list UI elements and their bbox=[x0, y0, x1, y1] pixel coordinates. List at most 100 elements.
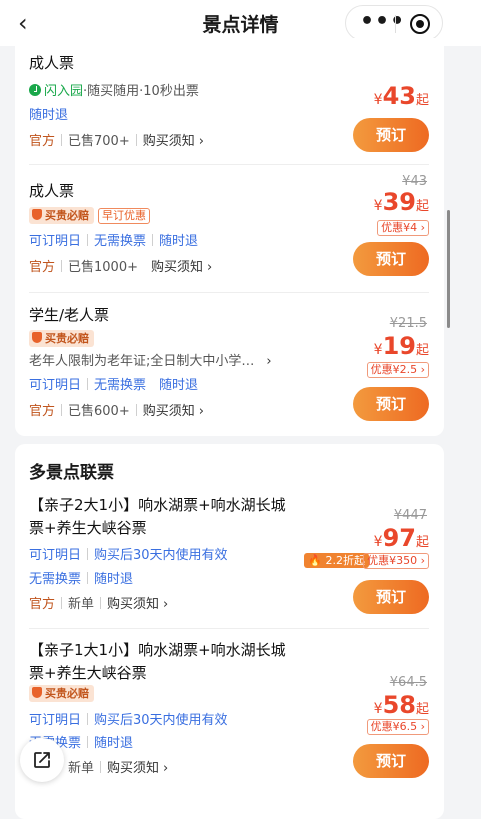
close-target-icon[interactable] bbox=[410, 14, 430, 34]
purchase-notice-link[interactable]: 购买须知 bbox=[143, 134, 195, 149]
section-title: 多景点联票 bbox=[29, 463, 114, 483]
ticket-item[interactable]: 学生/老人票 买贵必赔 老年人限制为老年证;全日制大中小学… › 可订明日 无需换票… bbox=[29, 304, 429, 424]
discount-tag[interactable]: 优惠¥350 › bbox=[363, 553, 429, 569]
combo-ticket-card: 多景点联票 【亲子2大1小】响水湖票+响水湖长城票+养生大峡谷票 可订明日 购买后… bbox=[15, 444, 444, 819]
ticket-tag-rest: ·随买随用·10秒出票 bbox=[83, 84, 199, 99]
new-label: 新单 bbox=[68, 761, 95, 776]
ticket-features: 可订明日 无需换票 随时退 bbox=[29, 374, 198, 393]
feature-label: 随时退 bbox=[159, 378, 199, 393]
ticket-tags: 闪入园·随买随用·10秒出票 bbox=[29, 80, 199, 99]
divider bbox=[87, 572, 89, 584]
price-guarantee-badge: 买贵必赔 bbox=[29, 685, 94, 702]
ticket-description[interactable]: 老年人限制为老年证;全日制大中小学… › bbox=[29, 350, 272, 369]
divider bbox=[87, 713, 89, 725]
divider bbox=[87, 234, 89, 246]
combo-ticket-item[interactable]: 【亲子2大1小】响水湖票+响水湖长城票+养生大峡谷票 可订明日 购买后30天内使用… bbox=[29, 494, 429, 622]
feature-label: 无需换票 bbox=[94, 234, 147, 249]
price-guarantee-badge: 买贵必赔 bbox=[29, 207, 94, 224]
ticket-price: ¥39起 bbox=[374, 188, 429, 216]
chevron-right-icon: › bbox=[266, 354, 272, 369]
chevron-right-icon: › bbox=[163, 597, 169, 612]
feature-label: 可订明日 bbox=[29, 713, 82, 728]
ticket-item[interactable]: 成人票 闪入园·随买随用·10秒出票 随时退 官方 已售700+ 购买须知 › ¥43… bbox=[29, 52, 429, 164]
book-button[interactable]: 预订 bbox=[353, 242, 429, 276]
divider bbox=[87, 548, 89, 560]
divider bbox=[61, 260, 63, 272]
shield-icon bbox=[32, 687, 42, 698]
purchase-notice-link[interactable]: 购买须知 bbox=[143, 404, 195, 419]
divider bbox=[29, 292, 429, 293]
divider bbox=[135, 134, 137, 146]
price-from-label: 起 bbox=[415, 343, 429, 358]
currency-symbol: ¥ bbox=[373, 342, 383, 358]
official-label: 官方 bbox=[29, 134, 56, 149]
ticket-price: ¥43起 bbox=[374, 82, 429, 110]
original-price: ¥21.5 bbox=[389, 316, 427, 331]
ticket-price: ¥58起 bbox=[374, 691, 429, 719]
feature-label: 购买后30天内使用有效 bbox=[94, 548, 228, 563]
chevron-right-icon: › bbox=[198, 404, 204, 419]
ticket-features: 可订明日 无需换票 随时退 bbox=[29, 230, 198, 249]
official-label: 官方 bbox=[29, 597, 56, 612]
ticket-meta: 新单 购买须知 › bbox=[68, 757, 168, 776]
ticket-features: 可订明日 购买后30天内使用有效 bbox=[29, 709, 228, 728]
divider bbox=[87, 736, 89, 748]
price-value: 58 bbox=[382, 691, 416, 719]
divider bbox=[152, 234, 154, 246]
currency-symbol: ¥ bbox=[373, 92, 383, 108]
sold-count: 已售1000+ bbox=[68, 260, 138, 275]
ticket-meta: 官方 新单 购买须知 › bbox=[29, 593, 168, 612]
feature-label: 无需换票 bbox=[29, 572, 82, 587]
divider bbox=[152, 378, 153, 390]
feature-label: 无需换票 bbox=[94, 378, 147, 393]
badge-label: 买贵必赔 bbox=[45, 687, 89, 700]
divider bbox=[100, 597, 102, 609]
divider bbox=[87, 378, 89, 390]
currency-symbol: ¥ bbox=[373, 198, 383, 214]
ticket-item[interactable]: 成人票 买贵必赔 早订优惠 可订明日 无需换票 随时退 官方 已售1000+ 购买须知 › … bbox=[29, 174, 429, 298]
fast-entry-tag: 闪入园 bbox=[44, 84, 84, 99]
original-price: ¥43 bbox=[402, 174, 427, 189]
ticket-features: 可订明日 购买后30天内使用有效 bbox=[29, 544, 228, 563]
book-button[interactable]: 预订 bbox=[353, 580, 429, 614]
book-button[interactable]: 预订 bbox=[353, 118, 429, 152]
scrollbar[interactable] bbox=[447, 210, 450, 328]
discount-tag[interactable]: 优惠¥4 › bbox=[377, 220, 429, 236]
discount-rate-label: 2.2折起 bbox=[325, 554, 366, 567]
more-icon[interactable]: ••• bbox=[360, 7, 405, 37]
discount-tag[interactable]: 优惠¥2.5 › bbox=[366, 362, 429, 378]
share-icon bbox=[34, 752, 50, 768]
feature-label: 购买后30天内使用有效 bbox=[94, 713, 228, 728]
share-button[interactable] bbox=[20, 738, 64, 782]
chevron-right-icon: › bbox=[198, 134, 204, 149]
price-value: 97 bbox=[382, 524, 416, 552]
divider bbox=[100, 761, 102, 773]
discount-tag[interactable]: 优惠¥6.5 › bbox=[366, 719, 429, 735]
combo-ticket-item[interactable]: 【亲子1大1小】响水湖票+响水湖长城票+养生大峡谷票 买贵必赔 可订明日 购买后3… bbox=[29, 639, 429, 779]
divider bbox=[29, 164, 429, 165]
purchase-notice-link[interactable]: 购买须知 bbox=[107, 597, 159, 612]
ticket-name: 学生/老人票 bbox=[29, 306, 110, 324]
clock-icon bbox=[29, 84, 41, 96]
purchase-notice-link[interactable]: 购买须知 bbox=[151, 260, 203, 275]
purchase-notice-link[interactable]: 购买须知 bbox=[107, 761, 159, 776]
currency-symbol: ¥ bbox=[373, 701, 383, 717]
book-button[interactable]: 预订 bbox=[353, 387, 429, 421]
original-price: ¥447 bbox=[393, 508, 427, 523]
ticket-features: 无需换票随时退 bbox=[29, 568, 133, 587]
chevron-right-icon: › bbox=[163, 761, 169, 776]
ticket-features: 随时退 bbox=[29, 104, 68, 123]
price-from-label: 起 bbox=[415, 535, 429, 550]
ticket-badges: 买贵必赔 bbox=[29, 330, 94, 347]
price-value: 39 bbox=[382, 188, 416, 216]
divider bbox=[61, 404, 63, 416]
feature-label: 随时退 bbox=[159, 234, 199, 249]
price-guarantee-badge: 买贵必赔 bbox=[29, 330, 94, 347]
discount-rate-badge: 🔥 2.2折起 bbox=[304, 553, 369, 568]
ticket-price: ¥97起 bbox=[374, 524, 429, 552]
ticket-meta: 官方 已售700+ 购买须知 › bbox=[29, 130, 204, 149]
early-booking-badge: 早订优惠 bbox=[98, 208, 150, 224]
book-button[interactable]: 预订 bbox=[353, 744, 429, 778]
price-from-label: 起 bbox=[415, 702, 429, 717]
price-from-label: 起 bbox=[415, 199, 429, 214]
